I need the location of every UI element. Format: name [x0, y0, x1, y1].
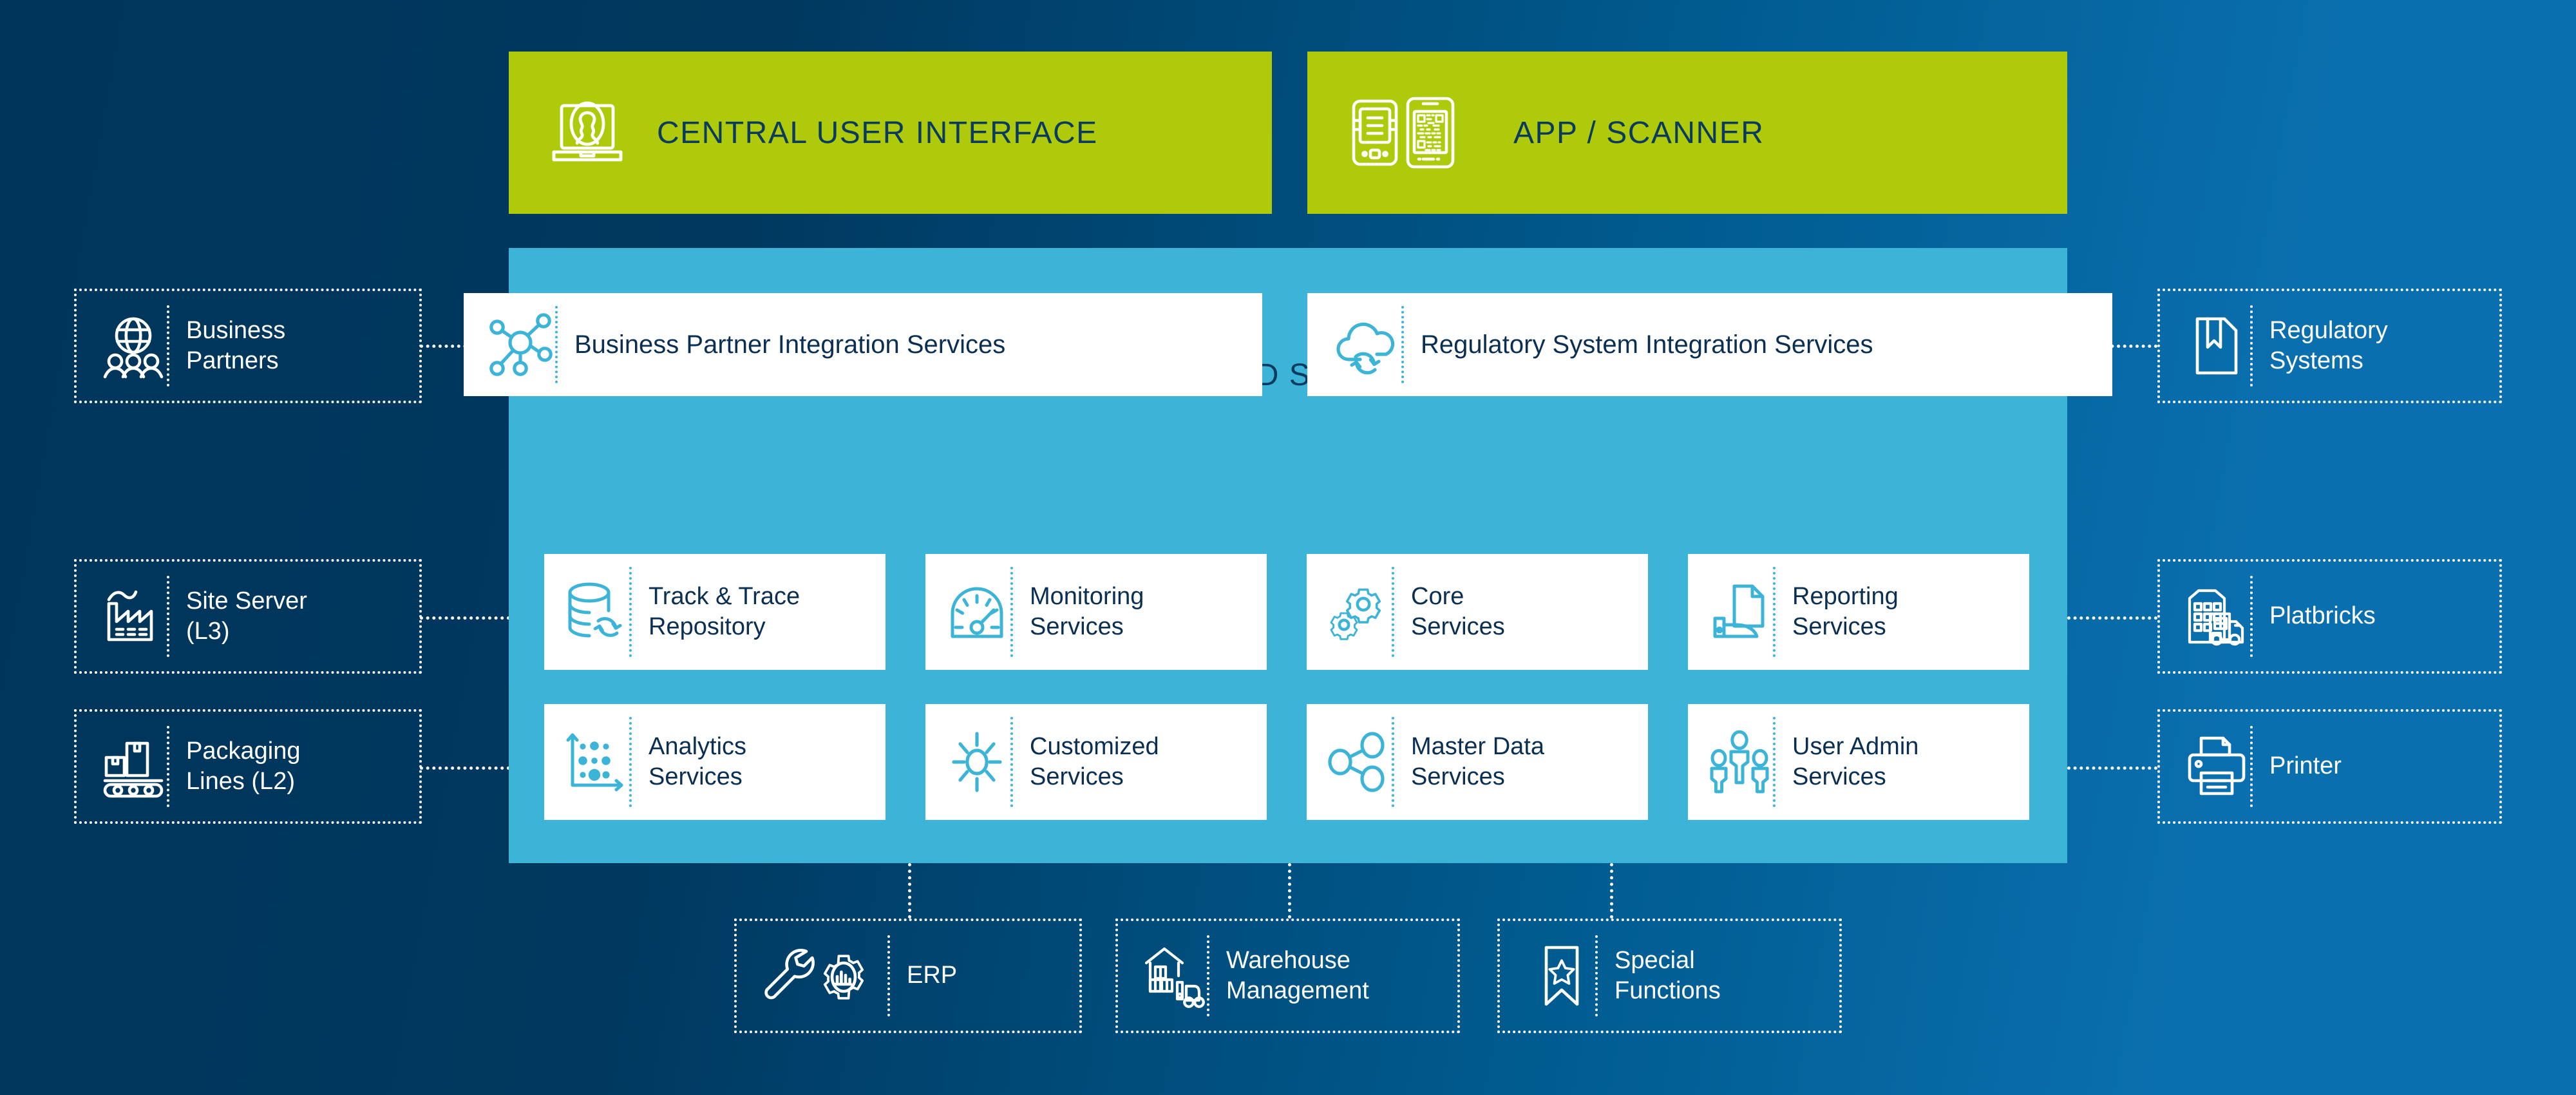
card-regulatory-system-integration-services[interactable]: Regulatory System Integration Services	[1307, 293, 2112, 396]
sun-burst-icon	[943, 728, 1010, 795]
connector-special-functions	[1610, 863, 1613, 919]
node-erp[interactable]: ERP	[734, 919, 1082, 1033]
printer-icon	[2183, 733, 2250, 800]
node-site-server[interactable]: Site Server (L3)	[74, 559, 422, 674]
card-label: Business Partner Integration Services	[574, 330, 1006, 359]
card-reporting-services[interactable]: Reporting Services	[1688, 554, 2029, 670]
connector-platbricks	[2067, 616, 2157, 620]
scatter-chart-icon	[562, 728, 629, 795]
top-bar-app-scanner[interactable]: APP / SCANNER	[1307, 52, 2067, 214]
app-scanner-icon	[1347, 95, 1482, 171]
node-label: Special Functions	[1615, 946, 1721, 1005]
globe-people-icon	[100, 312, 167, 379]
node-label: Site Server (L3)	[186, 587, 307, 645]
card-label: Track & Trace Repository	[649, 582, 800, 641]
card-analytics-services[interactable]: Analytics Services	[544, 704, 886, 820]
card-core-services[interactable]: Core Services	[1307, 554, 1648, 670]
node-label: Packaging Lines (L2)	[186, 737, 301, 795]
card-label: Analytics Services	[649, 732, 747, 791]
warehouse-forklift-icon	[1140, 942, 1207, 1009]
gauge-icon	[943, 578, 1010, 645]
node-printer[interactable]: Printer	[2157, 709, 2502, 824]
node-regulatory-systems[interactable]: Regulatory Systems	[2157, 289, 2502, 403]
card-track-trace-repository[interactable]: Track & Trace Repository	[544, 554, 886, 670]
node-label: Platbricks	[2269, 602, 2376, 630]
card-label: User Admin Services	[1792, 732, 1919, 791]
node-label: Regulatory Systems	[2269, 316, 2388, 375]
card-label: Master Data Services	[1411, 732, 1544, 791]
cloud-sync-icon	[1331, 310, 1401, 379]
node-label: ERP	[907, 962, 958, 989]
node-label: Printer	[2269, 752, 2342, 780]
card-label: Reporting Services	[1792, 582, 1899, 641]
node-label: Warehouse Management	[1226, 946, 1369, 1005]
bookmark-star-icon	[1528, 942, 1595, 1009]
card-label: Core Services	[1411, 582, 1505, 641]
card-monitoring-services[interactable]: Monitoring Services	[925, 554, 1267, 670]
database-sync-icon	[562, 578, 629, 645]
card-label: Customized Services	[1030, 732, 1159, 791]
node-label: Business Partners	[186, 316, 286, 375]
connector-packaging-lines	[420, 766, 510, 770]
card-business-partner-integration-services[interactable]: Business Partner Integration Services	[464, 293, 1262, 396]
factory-icon	[100, 583, 167, 650]
connector-site-server	[420, 616, 510, 620]
share-nodes-icon	[1325, 728, 1392, 795]
users-group-icon	[1706, 728, 1773, 795]
card-user-admin-services[interactable]: User Admin Services	[1688, 704, 2029, 820]
node-business-partners[interactable]: Business Partners	[74, 289, 422, 403]
document-bookmark-icon	[2183, 312, 2250, 379]
packaging-line-icon	[100, 733, 167, 800]
card-master-data-services[interactable]: Master Data Services	[1307, 704, 1648, 820]
connector-erp	[908, 863, 911, 919]
connector-warehouse-management	[1288, 863, 1291, 919]
node-special-functions[interactable]: Special Functions	[1497, 919, 1842, 1033]
node-platbricks[interactable]: Platbricks	[2157, 559, 2502, 674]
gears-icon	[1325, 578, 1392, 645]
wrench-gear-chart-icon	[759, 942, 887, 1009]
connector-printer	[2067, 766, 2157, 770]
building-truck-icon	[2183, 583, 2250, 650]
card-label: Regulatory System Integration Services	[1421, 330, 1873, 359]
document-printer-icon	[1706, 578, 1773, 645]
network-nodes-icon	[487, 310, 555, 379]
card-customized-services[interactable]: Customized Services	[925, 704, 1267, 820]
node-warehouse-management[interactable]: Warehouse Management	[1115, 919, 1460, 1033]
top-bar-central-user-interface[interactable]: CENTRAL USER INTERFACE	[509, 52, 1272, 214]
laptop-user-icon	[549, 97, 626, 169]
node-packaging-lines[interactable]: Packaging Lines (L2)	[74, 709, 422, 824]
card-label: Monitoring Services	[1030, 582, 1144, 641]
top-bar-label: CENTRAL USER INTERFACE	[657, 115, 1098, 150]
top-bar-label: APP / SCANNER	[1513, 115, 1765, 150]
